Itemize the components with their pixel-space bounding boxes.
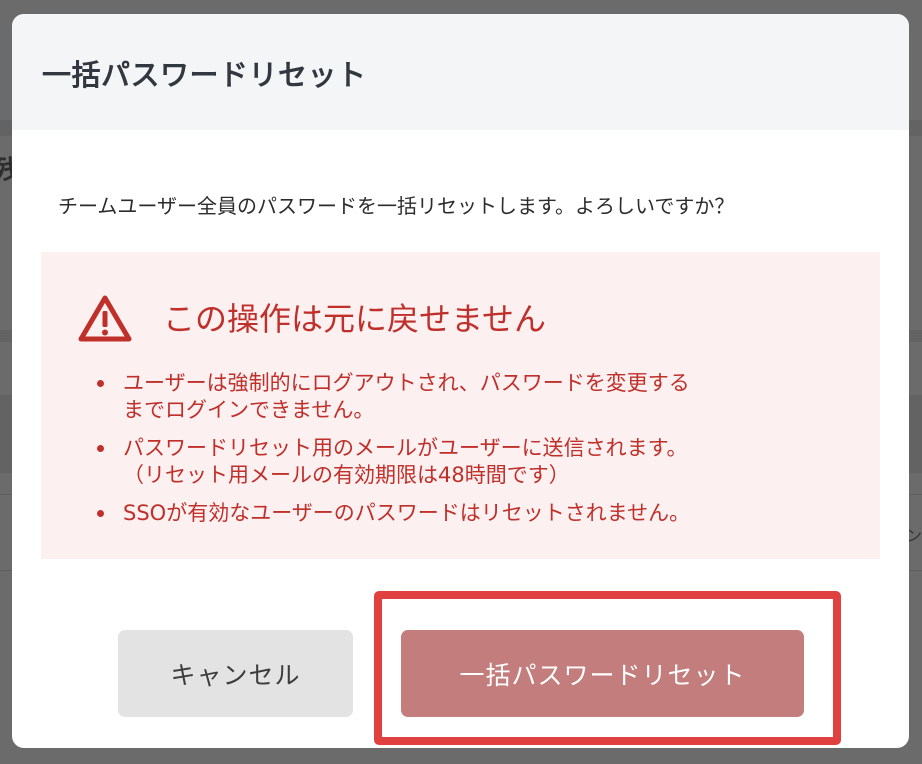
dialog-header: 一括パスワードリセット xyxy=(12,14,909,130)
warning-list: ユーザーは強制的にログアウトされ、パスワードを変更する までログインできません。… xyxy=(97,370,857,538)
bullet xyxy=(97,380,104,387)
cancel-button[interactable]: キャンセル xyxy=(118,630,353,717)
warning-triangle-icon xyxy=(78,295,132,342)
warning-title: この操作は元に戻せません xyxy=(163,300,547,338)
warning-list-item: ユーザーは強制的にログアウトされ、パスワードを変更する までログインできません。 xyxy=(97,370,857,424)
bullet xyxy=(97,445,104,452)
warning-item-line: ユーザーは強制的にログアウトされ、パスワードを変更する xyxy=(123,371,690,395)
bullet xyxy=(97,510,104,517)
warning-list-item: パスワードリセット用のメールがユーザーに送信されます。 （リセット用メールの有効… xyxy=(97,435,857,489)
bulk-password-reset-dialog: 一括パスワードリセット チームユーザー全員のパスワードを一括リセットします。よろ… xyxy=(12,14,909,748)
warning-item-line: パスワードリセット用のメールがユーザーに送信されます。 xyxy=(123,436,688,460)
warning-list-item: SSOが有効なユーザーのパスワードはリセットされません。 xyxy=(97,500,857,527)
warning-item-line: SSOが有効なユーザーのパスワードはリセットされません。 xyxy=(123,501,691,525)
confirmation-message: チームユーザー全員のパスワードを一括リセットします。よろしいですか？ xyxy=(58,194,735,218)
warning-item-line: までログインできません。 xyxy=(123,398,375,422)
dialog-title: 一括パスワードリセット xyxy=(42,58,367,92)
warning-box: この操作は元に戻せません ユーザーは強制的にログアウトされ、パスワードを変更する… xyxy=(41,252,880,559)
warning-item-line: （リセット用メールの有効期限は48時間です） xyxy=(123,463,570,487)
bulk-password-reset-button[interactable]: 一括パスワードリセット xyxy=(401,630,804,717)
